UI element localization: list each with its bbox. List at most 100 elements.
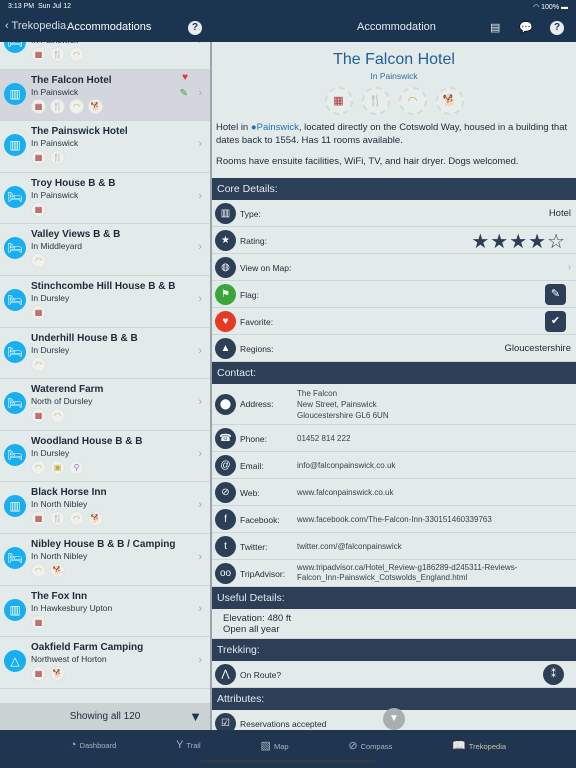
star-icon[interactable]: ★ [471,231,490,253]
list-item[interactable]: ▥ The Fox Inn In Hawkesbury Upton ▦ › [0,586,210,638]
item-name: The Painswick Hotel [31,126,128,138]
url-line: Falcon_Inn-Painswick_Cotswolds_England.h… [297,573,468,582]
facebook-value[interactable]: www.facebook.com/The-Falcon-Inn-33015146… [297,515,492,524]
list-footer: Showing all 120 ▼ [0,703,210,730]
calendar-icon: ▦ [31,98,46,114]
tab-map[interactable]: ▧ Map [261,739,289,768]
status-bar: 3:13 PM Sun Jul 12 ◠ 100% ▬ [0,0,576,14]
chevron-right-icon: › [198,292,202,305]
bed-icon: 🛏 [4,443,26,466]
on-route-label: On Route? [240,669,282,680]
item-amenities: ▦ 🍴 ◠ 🐕 [31,98,103,114]
chevron-right-icon: › [198,654,202,667]
desc-paragraph-2: Rooms have ensuite facilities, WiFi, TV,… [216,156,519,167]
dashboard-icon: ◔ [69,739,77,751]
calendar-icon: ▦ [31,150,46,166]
twitter-value[interactable]: twitter.com/@falconpainswick [297,542,402,551]
tab-dashboard[interactable]: ◔ Dashboard [70,739,116,768]
list-item[interactable]: 🛏 Stinchcombe Hill House B & B In Dursley ▦… [0,276,210,328]
list-item[interactable]: 🛏 Troy House B & B In Painswick ▦ › [0,173,210,225]
nav-bar: ‹ Trekopedia Accommodations ? Accommodat… [0,14,576,42]
item-location: In North Nibley [31,499,88,510]
help-icon-detail[interactable]: ? [550,21,564,35]
book-icon: 📖 [452,740,466,752]
list-item[interactable]: 🛏 Underhill House B & B In Dursley ◠ › [0,328,210,380]
item-amenities: ▦ ◠ [31,408,65,424]
scroll-down-button[interactable]: ▼ [383,708,405,730]
list-item[interactable]: ▥ The Painswick Hotel In Painswick ▦ 🍴 › [0,121,210,173]
wifi-icon: ◠ [398,87,427,115]
edit-flag-button[interactable]: ✎ [545,283,566,305]
phone-label: Phone: [240,433,267,444]
home-indicator [200,760,376,763]
list-item[interactable]: 🛏 Waterend Farm North of Dursley ▦ ◠ › [0,379,210,431]
compass-icon: ⊘ [348,740,358,752]
wifi-icon: ◠ [69,98,84,114]
split-divider[interactable] [210,14,212,730]
list-item[interactable]: ▥ The Falcon Hotel In Painswick ▦ 🍴 ◠ 🐕 ♥ ✎ › [0,69,210,122]
list-item[interactable]: 🛏 Nibley House B & B / Camping In North Ni… [0,534,210,586]
view-on-map-row[interactable]: ◍ View on Map: › [212,254,576,281]
footprints-button[interactable]: ⁑ [543,663,564,685]
comments-icon[interactable]: 💬 [519,21,533,34]
item-location: Northwest of Horton [31,654,107,665]
item-location: In Dursley [31,292,70,303]
list-item[interactable]: ▥ Black Horse Inn In North Nibley ▦ 🍴 ◠ 🐕 › [0,482,210,534]
address-row: ⬤ Address: The Falcon New Street, Painswick… [212,384,576,425]
item-amenities: ◠ ▣ ⚲ [31,459,84,475]
star-icon[interactable]: ☆ [547,231,566,253]
tab-trekopedia[interactable]: 📖 Trekopedia [452,739,506,768]
tab-trail[interactable]: Y Trail [176,739,201,768]
battery-level: 100% [541,4,560,11]
regions-row: ▲ Regions: Gloucestershire [212,335,576,362]
address-line: Gloucestershire GL6 6UN [297,410,389,420]
web-value[interactable]: www.falconpainswick.co.uk [297,488,393,497]
painswick-link[interactable]: ●Painswick [251,122,299,133]
mountain-icon: ▲ [215,337,236,359]
checklist-icon: ☑ [215,712,236,730]
web-row: ⊘ Web: www.falconpainswick.co.uk [212,479,576,506]
type-label: Type: [240,208,261,219]
rating-label: Rating: [240,235,267,246]
tab-label: Map [273,742,289,751]
address-value[interactable]: The Falcon New Street, Painswick Glouceste… [297,388,389,421]
notes-icon[interactable]: ▤ [490,21,500,34]
help-icon[interactable]: ? [188,21,202,35]
dog-icon: 🐕 [435,87,464,115]
tab-compass[interactable]: ⊘ Compass [348,739,392,768]
list-item[interactable]: △ Oakfield Farm Camping Northwest of Horto… [0,637,210,689]
tripadvisor-value[interactable]: www.tripadvisor.ca/Hotel_Review-g186289-… [297,563,517,584]
calendar-icon: ▦ [31,304,46,320]
phone-value[interactable]: 01452 814 222 [297,434,350,443]
star-icon[interactable]: ★ [490,231,509,253]
twitter-row: t Twitter: twitter.com/@falconpainswick [212,533,576,560]
list-item[interactable]: 🛏 Valley Views B & B In Middleyard ◠ › [0,224,210,276]
detail-title: Accommodation [357,21,436,33]
email-value[interactable]: info@falconpainswick.co.uk [297,461,395,470]
star-icon[interactable]: ★ [528,231,547,253]
useful-details-header: Useful Details: [212,586,576,609]
address-label: Address: [240,398,274,409]
hotel-icon: ▥ [4,598,26,621]
back-button[interactable]: ‹ Trekopedia [5,20,66,32]
item-location: In Dursley [31,344,70,355]
accommodation-list[interactable]: 🛏Guest RoomsIn Painswick▦🍴◠›▥The Falcon … [0,18,210,691]
wifi-icon: ◠ [69,47,84,62]
item-location: In Dursley [31,447,70,458]
tripadvisor-icon: oo [215,562,236,584]
amenity-icon: ▣ [50,459,65,475]
tab-label: Trekopedia [468,742,507,751]
star-icon[interactable]: ★ [509,231,528,253]
tent-icon: △ [4,650,26,673]
list-item[interactable]: 🛏 Woodland House B & B In Dursley ◠ ▣ ⚲ › [0,431,210,483]
filter-icon[interactable]: ▼ [189,703,202,730]
item-location: In Painswick [31,86,79,97]
bed-icon: 🛏 [4,237,26,260]
detail-panel[interactable]: The Falcon Hotel In Painswick ▦ 🍴 ◠ 🐕 Ho… [212,42,576,730]
rating-stars[interactable]: ★★★★☆ [471,229,566,254]
chevron-right-icon: › [198,396,202,409]
bed-icon: 🛏 [4,288,26,311]
calendar-icon: ▦ [31,408,46,424]
calendar-icon: ▦ [31,666,46,682]
favorite-checkbox[interactable]: ✔ [545,310,566,332]
